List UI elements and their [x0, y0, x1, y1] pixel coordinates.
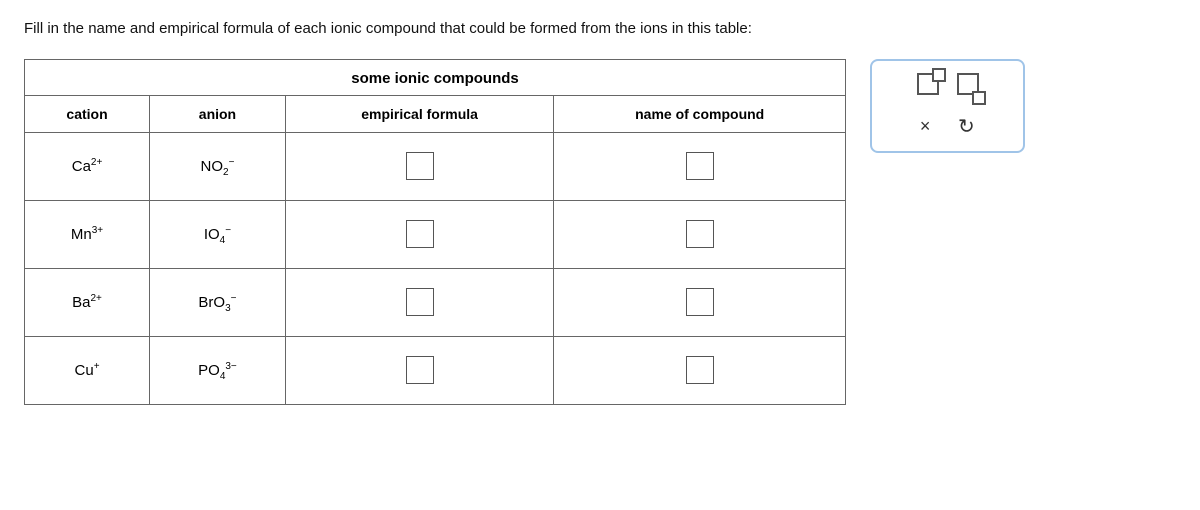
header-name-of-compound: name of compound [554, 95, 845, 132]
right-panel: × ↺ [870, 59, 1025, 153]
name-cell-1[interactable] [554, 132, 845, 200]
anion-cell-4: PO43− [150, 336, 286, 404]
empirical-formula-input-4[interactable] [406, 356, 434, 384]
table-title: some ionic compounds [25, 60, 845, 96]
name-input-4[interactable] [686, 356, 714, 384]
name-cell-4[interactable] [554, 336, 845, 404]
instruction-text: Fill in the name and empirical formula o… [24, 18, 1176, 41]
name-input-1[interactable] [686, 152, 714, 180]
anion-cell-1: NO2− [150, 132, 286, 200]
empirical-formula-cell-2[interactable] [285, 200, 554, 268]
cation-formula-4: Cu+ [75, 362, 100, 379]
anion-cell-3: BrO3− [150, 268, 286, 336]
header-anion: anion [150, 95, 286, 132]
close-button[interactable]: × [920, 116, 931, 137]
cation-formula-1: Ca2+ [72, 158, 103, 175]
icon-box-1[interactable] [917, 73, 939, 100]
cation-cell-2: Mn3+ [25, 200, 150, 268]
icon-box-2[interactable] [957, 73, 979, 100]
anion-cell-2: IO4− [150, 200, 286, 268]
panel-actions-row: × ↺ [920, 114, 975, 139]
cation-cell-4: Cu+ [25, 336, 150, 404]
table-header-row: cation anion empirical formula name of c… [25, 95, 845, 132]
name-input-3[interactable] [686, 288, 714, 316]
square-icon-small-1 [932, 68, 946, 82]
name-cell-3[interactable] [554, 268, 845, 336]
name-input-2[interactable] [686, 220, 714, 248]
ionic-compounds-table: some ionic compounds cation anion empiri… [24, 59, 846, 406]
empirical-formula-cell-4[interactable] [285, 336, 554, 404]
empirical-formula-input-3[interactable] [406, 288, 434, 316]
square-icon-small-2 [972, 91, 986, 105]
table-row: Ca2+ NO2− [25, 132, 845, 200]
table-title-row: some ionic compounds [25, 60, 845, 96]
anion-formula-1: NO2− [201, 158, 235, 175]
table-row: Ba2+ BrO3− [25, 268, 845, 336]
undo-button[interactable]: ↺ [958, 114, 975, 139]
cation-cell-1: Ca2+ [25, 132, 150, 200]
name-cell-2[interactable] [554, 200, 845, 268]
empirical-formula-cell-3[interactable] [285, 268, 554, 336]
table-row: Mn3+ IO4− [25, 200, 845, 268]
cation-cell-3: Ba2+ [25, 268, 150, 336]
panel-icons-row [917, 73, 979, 100]
anion-formula-4: PO43− [198, 362, 237, 379]
anion-formula-3: BrO3− [198, 294, 236, 311]
cation-formula-3: Ba2+ [72, 294, 102, 311]
cation-formula-2: Mn3+ [71, 226, 103, 243]
empirical-formula-cell-1[interactable] [285, 132, 554, 200]
empirical-formula-input-2[interactable] [406, 220, 434, 248]
anion-formula-2: IO4− [204, 226, 231, 243]
empirical-formula-input-1[interactable] [406, 152, 434, 180]
header-empirical-formula: empirical formula [285, 95, 554, 132]
header-cation: cation [25, 95, 150, 132]
table-row: Cu+ PO43− [25, 336, 845, 404]
